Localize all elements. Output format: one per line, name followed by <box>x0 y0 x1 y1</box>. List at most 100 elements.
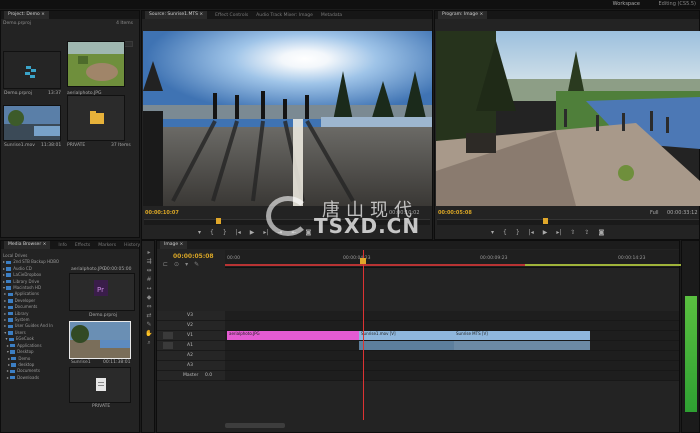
hand-tool-icon[interactable]: ✋ <box>145 330 153 337</box>
track-select-tool-icon[interactable]: ⇶ <box>145 258 153 265</box>
add-marker-icon[interactable]: ▾ <box>185 261 188 268</box>
media-browser-panel: Media Browser × Info Effects Markers His… <box>0 240 140 433</box>
extract-icon[interactable]: ⇪ <box>584 229 589 236</box>
project-item-demo[interactable] <box>3 51 61 89</box>
tab-media-browser[interactable]: Media Browser × <box>4 241 51 249</box>
play-icon[interactable]: ▶ <box>250 229 255 236</box>
clip-sunrise1[interactable]: Sunrise1.mov [V] <box>359 331 454 340</box>
slide-tool-icon[interactable]: ⇄ <box>145 312 153 319</box>
clip-sunrise-mts[interactable]: Sunrise MTS [V] <box>454 331 590 340</box>
media-thumb-private[interactable] <box>69 367 131 403</box>
track-header-v2[interactable]: V2 <box>157 321 225 331</box>
project-item-label: PRIVATE <box>67 143 86 148</box>
program-video-frame[interactable] <box>436 31 700 206</box>
snap-icon[interactable]: ⊏ <box>163 261 168 268</box>
slip-tool-icon[interactable]: ⇔ <box>145 303 153 310</box>
tab-program[interactable]: Program: Image × <box>438 11 488 19</box>
track-header-a1[interactable]: A1 <box>157 341 225 351</box>
tree-item[interactable]: ▸ Downloads <box>3 375 65 381</box>
track-lane-v2[interactable] <box>225 321 679 331</box>
media-thumb-demo[interactable]: Pr <box>69 273 135 311</box>
tab-markers[interactable]: Markers <box>98 243 116 248</box>
tab-effects[interactable]: Effects <box>75 243 90 248</box>
play-icon[interactable]: ▶ <box>543 229 548 236</box>
svg-text:Pr: Pr <box>97 286 104 294</box>
tools-panel: ▸ ⇶ ⇹ # ↔ ◆ ⇔ ⇄ ✎ ✋ ⌕ <box>141 240 155 433</box>
project-item-sunrise[interactable] <box>3 105 61 141</box>
ripple-edit-tool-icon[interactable]: ⇹ <box>145 267 153 274</box>
selection-tool-icon[interactable]: ▸ <box>145 249 153 256</box>
track-lane-v3[interactable] <box>225 311 679 321</box>
sunrise-yoga-frame <box>143 31 432 206</box>
track-lane-master[interactable] <box>225 371 679 381</box>
timeline-scrollbar[interactable] <box>225 423 285 428</box>
step-forward-icon[interactable]: ▸| <box>556 229 561 236</box>
settings-icon[interactable]: ✎ <box>194 261 199 268</box>
program-time-ruler[interactable] <box>437 219 699 225</box>
timeline-panel: Image × 00:00:05:08 ⊏ ⊙ ▾ ✎ 00:00 00:00:… <box>156 240 681 433</box>
track-lane-a3[interactable] <box>225 361 679 371</box>
project-item-count: 4 Items <box>116 21 133 26</box>
media-thumb-duration: 00:00:05:00 <box>104 267 132 272</box>
timeline-playhead-handle[interactable] <box>360 258 366 264</box>
project-item-aerialphoto[interactable] <box>67 41 125 87</box>
timeline-ruler[interactable]: 00:00 00:00:04:23 00:00:09:23 00:00:14:2… <box>225 250 681 268</box>
workspace-selector[interactable]: Editing (CS5.5) <box>658 1 696 7</box>
track-header-v3[interactable]: V3 <box>157 311 225 321</box>
step-back-icon[interactable]: |◂ <box>529 229 534 236</box>
mark-out-icon[interactable]: { <box>503 229 507 236</box>
track-lane-a2[interactable] <box>225 351 679 361</box>
lift-icon[interactable]: ⇧ <box>570 229 575 236</box>
project-item-private[interactable] <box>67 95 125 141</box>
clip-sunrise1-audio[interactable] <box>359 341 454 350</box>
media-thumb-sunrise[interactable] <box>69 321 131 359</box>
folder-icon <box>6 279 12 284</box>
program-playhead[interactable] <box>543 218 548 224</box>
ruler-tick-label: 00:00:09:23 <box>480 256 508 261</box>
clip-aerialphoto[interactable]: aerialphoto.JPG <box>227 331 359 340</box>
timeline-playhead-line[interactable] <box>363 250 364 420</box>
timeline-timecode[interactable]: 00:00:05:08 <box>173 253 214 260</box>
zoom-tool-icon[interactable]: ⌕ <box>145 339 153 346</box>
media-thumb-label: aerialphoto.JPG <box>71 267 106 272</box>
export-frame-icon[interactable]: ◙ <box>598 229 604 236</box>
rolling-edit-tool-icon[interactable]: # <box>145 276 153 283</box>
track-header-master[interactable]: Master 0.0 <box>157 371 225 381</box>
folder-icon <box>11 363 17 367</box>
mark-out-icon[interactable]: { <box>210 229 214 236</box>
track-header-v1[interactable]: V1 <box>157 331 225 341</box>
clip-sunrise-mts-audio[interactable] <box>454 341 590 350</box>
mark-in-icon[interactable]: ▾ <box>198 229 201 236</box>
source-video-frame[interactable] <box>143 31 432 206</box>
go-to-in-icon[interactable]: } <box>516 229 520 236</box>
linked-selection-icon[interactable]: ⊙ <box>174 261 179 268</box>
source-patch-v1[interactable] <box>163 332 173 339</box>
go-to-in-icon[interactable]: } <box>223 229 227 236</box>
track-header-a3[interactable]: A3 <box>157 361 225 371</box>
step-back-icon[interactable]: |◂ <box>236 229 241 236</box>
premiere-file-icon: Pr <box>94 280 108 296</box>
source-playhead[interactable] <box>216 218 221 224</box>
tab-source[interactable]: Source: Sunrise1.MTS × <box>145 11 208 19</box>
project-subheader: Demo.prproj 4 Items <box>3 21 137 29</box>
razor-tool-icon[interactable]: ◆ <box>145 294 153 301</box>
program-zoom[interactable]: Full <box>650 210 659 216</box>
source-patch-a1[interactable] <box>163 342 173 349</box>
render-bar-red <box>225 264 525 266</box>
pen-tool-icon[interactable]: ✎ <box>145 321 153 328</box>
rate-stretch-tool-icon[interactable]: ↔ <box>145 285 153 292</box>
tab-effect-controls[interactable]: Effect Controls <box>215 13 248 18</box>
source-tab-row: Source: Sunrise1.MTS × Effect Controls A… <box>142 11 432 19</box>
track-header-a2[interactable]: A2 <box>157 351 225 361</box>
tab-metadata[interactable]: Metadata <box>321 13 342 18</box>
tab-history[interactable]: History <box>124 243 140 248</box>
mark-in-icon[interactable]: ▾ <box>491 229 494 236</box>
folder-icon <box>11 356 17 361</box>
tab-sequence[interactable]: Image × <box>160 241 188 249</box>
tab-info[interactable]: Info <box>58 243 67 248</box>
source-timecode[interactable]: 00:00:10:07 <box>145 210 179 216</box>
tab-project[interactable]: Project: Demo × <box>4 11 49 19</box>
project-panel: Project: Demo × Demo.prproj 4 Items In: … <box>0 10 140 238</box>
folder-icon <box>7 331 13 335</box>
tab-audio-mixer[interactable]: Audio Track Mixer: Image <box>256 13 313 18</box>
